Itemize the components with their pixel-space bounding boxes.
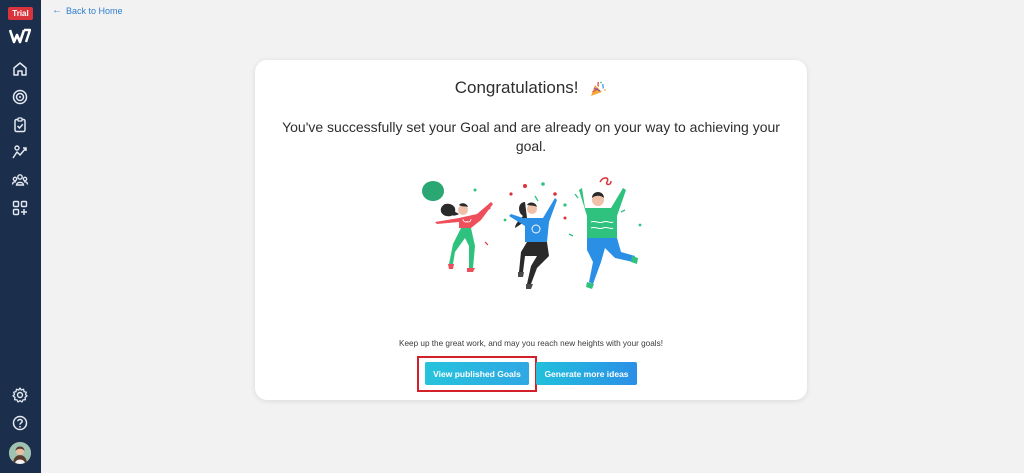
success-message: You've successfully set your Goal and ar…	[282, 119, 780, 154]
arrow-left-icon: ←	[52, 5, 62, 16]
celebration-illustration	[422, 177, 642, 289]
target-icon[interactable]	[11, 88, 29, 106]
help-icon[interactable]	[11, 414, 29, 432]
clipboard-icon[interactable]	[11, 116, 29, 134]
apps-icon[interactable]	[11, 199, 29, 217]
generate-more-ideas-button[interactable]: Generate more ideas	[536, 362, 637, 385]
woman-red-figure	[435, 202, 493, 272]
woman-blue-figure	[509, 198, 557, 289]
logo-icon[interactable]	[9, 28, 31, 44]
growth-icon[interactable]	[11, 143, 29, 161]
page-title: Congratulations!	[255, 78, 807, 98]
title-text: Congratulations!	[454, 78, 579, 97]
man-green-figure	[579, 188, 638, 289]
user-photo-icon	[9, 442, 31, 464]
view-published-goals-button[interactable]: View published Goals	[425, 362, 529, 385]
party-popper-icon	[591, 81, 607, 96]
avatar[interactable]	[9, 442, 31, 464]
sidebar: Trial	[0, 0, 41, 473]
success-card: Congratulations! You've successfully set…	[255, 60, 807, 400]
trial-badge: Trial	[8, 7, 33, 20]
settings-icon[interactable]	[11, 386, 29, 404]
team-icon[interactable]	[11, 171, 29, 189]
back-to-home-label: Back to Home	[66, 5, 123, 16]
encouragement-text: Keep up the great work, and may you reac…	[399, 339, 663, 348]
back-to-home-link[interactable]: ← Back to Home	[52, 5, 123, 16]
home-icon[interactable]	[11, 60, 29, 78]
